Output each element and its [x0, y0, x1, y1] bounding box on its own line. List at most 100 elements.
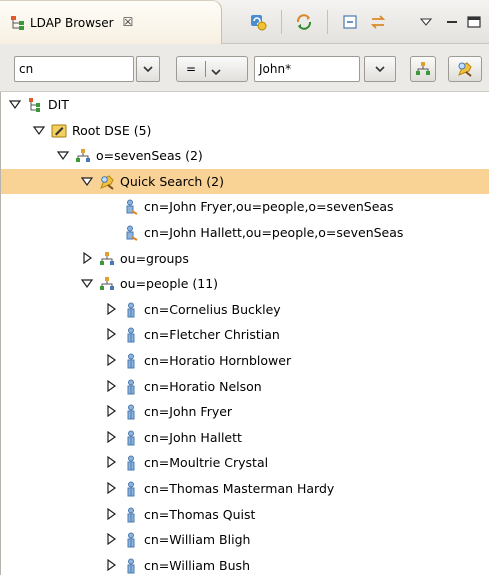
entry-tree-icon [99, 276, 115, 292]
expanded-twisty-icon[interactable] [80, 277, 94, 289]
tree-node-label: cn=Fletcher Christian [144, 327, 280, 343]
view-titlebar: LDAP Browser ☒ [0, 0, 489, 44]
tree-row[interactable]: cn=Thomas Quist [1, 502, 489, 527]
tree-row[interactable]: cn=John Fryer [1, 399, 489, 424]
person-icon [123, 327, 139, 343]
tree-node-label: ou=groups [120, 250, 189, 266]
person-icon [123, 430, 139, 446]
tree-row-selected[interactable]: Quick Search (2) [1, 168, 489, 194]
tree-node-label: cn=John Hallett,ou=people,o=sevenSeas [144, 225, 404, 240]
tree-node-label: Quick Search (2) [120, 173, 224, 189]
tree-row[interactable]: ou=groups [1, 246, 489, 271]
search-result-person-icon [123, 225, 139, 241]
person-icon [123, 302, 139, 318]
subtree-scope-icon [416, 62, 430, 75]
quick-search-icon [458, 62, 472, 77]
tree-node-label: ou=people (11) [120, 276, 219, 292]
tree-row[interactable]: cn=William Bligh [1, 527, 489, 552]
tree-row[interactable]: cn=Horatio Hornblower [1, 348, 489, 373]
tree-row[interactable]: cn=Cornelius Buckley [1, 297, 489, 322]
collapsed-twisty-icon[interactable] [105, 533, 117, 546]
collapsed-twisty-icon[interactable] [81, 251, 93, 264]
tree-row[interactable]: cn=John Fryer,ou=people,o=sevenSeas [1, 194, 489, 219]
tree-row[interactable]: o=sevenSeas (2) [1, 143, 489, 168]
tree-node-label: cn=John Hallett [144, 429, 242, 445]
tree-node-label: Root DSE (5) [72, 122, 152, 138]
maximize-icon[interactable] [462, 11, 486, 33]
search-value-input[interactable]: John* [254, 56, 360, 82]
ldap-browser-icon [10, 15, 26, 31]
tree-row[interactable]: cn=John Hallett,ou=people,o=sevenSeas [1, 220, 489, 245]
chevron-down-icon [211, 65, 221, 79]
chevron-down-icon [375, 66, 385, 73]
tree-row[interactable]: cn=John Hallett [1, 425, 489, 450]
expanded-twisty-icon[interactable] [32, 124, 46, 136]
collapsed-twisty-icon[interactable] [105, 405, 117, 418]
tree-row[interactable]: cn=Horatio Nelson [1, 374, 489, 399]
tree-row[interactable]: cn=William Bush [1, 553, 489, 575]
collapsed-twisty-icon[interactable] [105, 558, 117, 571]
collapsed-twisty-icon[interactable] [105, 379, 117, 392]
collapsed-twisty-icon[interactable] [105, 353, 117, 367]
expanded-twisty-icon[interactable] [80, 175, 94, 187]
tree-node-label: cn=Thomas Masterman Hardy [144, 481, 335, 496]
person-icon [123, 404, 139, 420]
dit-icon [27, 97, 43, 113]
attribute-dropdown-button[interactable] [136, 56, 160, 82]
tree-node-label: cn=William Bligh [144, 532, 251, 548]
quick-search-icon [99, 174, 115, 190]
tree-node-label: cn=Horatio Hornblower [144, 353, 292, 368]
close-view-icon[interactable]: ☒ [120, 14, 136, 30]
tree-node-label: cn=Thomas Quist [144, 506, 256, 522]
tree-row[interactable]: ou=people (11) [1, 271, 489, 296]
entry-tree-icon [75, 148, 91, 164]
tree-node-label: DIT [48, 97, 69, 112]
tree-row[interactable]: cn=Moultrie Crystal [1, 450, 489, 475]
operator-value: = [186, 62, 197, 76]
tree-node-label: o=sevenSeas (2) [96, 148, 203, 164]
tree-row[interactable]: Root DSE (5) [1, 118, 489, 143]
search-result-person-icon [123, 199, 139, 216]
tree-node-label: cn=Horatio Nelson [144, 378, 262, 394]
view-tab-ldap-browser[interactable]: LDAP Browser ☒ [0, 0, 222, 44]
search-scope-button[interactable] [410, 56, 436, 82]
run-quick-search-button[interactable] [448, 56, 482, 82]
reload-icon[interactable] [246, 11, 270, 33]
collapsed-twisty-icon[interactable] [105, 456, 117, 469]
tree-node-label: cn=John Fryer,ou=people,o=sevenSeas [144, 199, 394, 215]
entry-tree-icon [99, 251, 115, 267]
person-icon [123, 353, 139, 369]
value-dropdown-button[interactable] [364, 56, 396, 82]
ldap-tree-view[interactable]: DIT Root DSE (5) o=sevenSeas (2) Quick Sear… [0, 92, 489, 575]
view-title: LDAP Browser [30, 16, 114, 30]
person-icon [123, 481, 139, 497]
attribute-combo-input[interactable]: cn [14, 56, 134, 82]
operator-separator [205, 61, 206, 77]
tree-row[interactable]: DIT [1, 92, 489, 117]
person-icon [123, 558, 139, 574]
toolbar-separator [327, 10, 328, 34]
tree-row[interactable]: cn=Thomas Masterman Hardy [1, 476, 489, 501]
link-with-editor-icon[interactable] [292, 11, 316, 33]
expanded-twisty-icon[interactable] [56, 149, 70, 161]
collapsed-twisty-icon[interactable] [105, 481, 117, 495]
root-dse-icon [51, 123, 67, 139]
collapsed-twisty-icon[interactable] [105, 328, 117, 341]
collapsed-twisty-icon[interactable] [105, 507, 117, 520]
person-icon [123, 507, 139, 523]
collapse-all-icon[interactable] [338, 11, 362, 33]
tree-node-label: cn=John Fryer [144, 404, 233, 420]
tree-row[interactable]: cn=Fletcher Christian [1, 322, 489, 347]
tree-node-label: cn=Moultrie Crystal [144, 455, 269, 471]
minimize-icon[interactable] [440, 11, 464, 33]
quick-search-bar: cn = John* [0, 44, 489, 92]
operator-combo[interactable]: = [176, 56, 248, 82]
view-menu-icon[interactable] [414, 11, 438, 33]
sync-icon[interactable] [366, 11, 390, 33]
toolbar-separator [281, 10, 282, 34]
collapsed-twisty-icon[interactable] [105, 430, 117, 443]
collapsed-twisty-icon[interactable] [105, 302, 117, 315]
expanded-twisty-icon[interactable] [8, 98, 22, 110]
tree-node-label: cn=William Bush [144, 557, 250, 573]
person-icon [123, 379, 139, 395]
